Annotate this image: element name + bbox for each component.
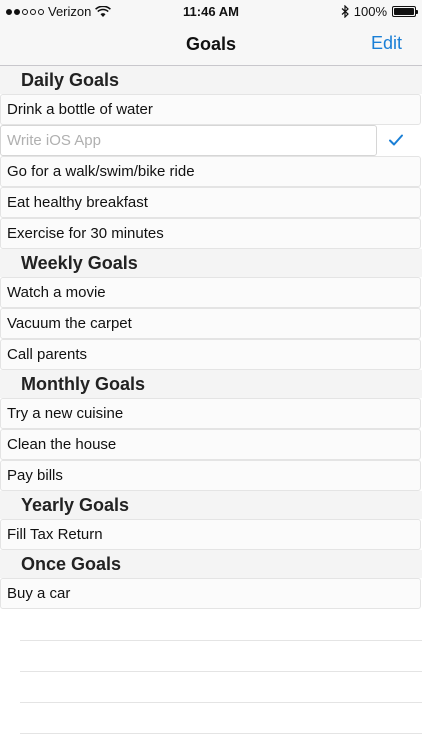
battery-fill [394,8,414,15]
checkmark-icon[interactable] [388,132,404,148]
empty-row [20,641,422,672]
empty-rows [20,610,422,734]
status-right: 100% [341,4,418,19]
page-title: Goals [185,34,237,54]
new-goal-row [0,125,422,156]
list-item[interactable]: Buy a car [0,578,421,609]
list-item[interactable]: Watch a movie [0,277,421,308]
goals-list: Daily Goals Drink a bottle of water Go f… [0,66,422,609]
list-item[interactable]: Eat healthy breakfast [0,187,421,218]
section-header-yearly: Yearly Goals [0,491,422,519]
list-item[interactable]: Drink a bottle of water [0,94,421,125]
new-goal-input[interactable] [0,125,377,156]
section-header-once: Once Goals [0,550,422,578]
list-item[interactable]: Call parents [0,339,421,370]
list-item[interactable]: Go for a walk/swim/bike ride [0,156,421,187]
bluetooth-icon [341,5,349,18]
edit-button[interactable]: Edit [371,33,402,54]
battery-percent: 100% [353,4,387,19]
list-item[interactable]: Exercise for 30 minutes [0,218,421,249]
status-bar: Verizon 11:46 AM 100% [0,0,422,24]
empty-row [20,610,422,641]
battery-icon [392,6,418,17]
list-item[interactable]: Pay bills [0,460,421,491]
section-header-monthly: Monthly Goals [0,370,422,398]
list-item[interactable]: Vacuum the carpet [0,308,421,339]
list-item[interactable]: Fill Tax Return [0,519,421,550]
empty-row [20,672,422,703]
section-header-weekly: Weekly Goals [0,249,422,277]
empty-row [20,703,422,734]
list-item[interactable]: Clean the house [0,429,421,460]
navigation-bar: Goals Edit [0,24,422,66]
list-item[interactable]: Try a new cuisine [0,398,421,429]
section-header-daily: Daily Goals [0,66,422,94]
